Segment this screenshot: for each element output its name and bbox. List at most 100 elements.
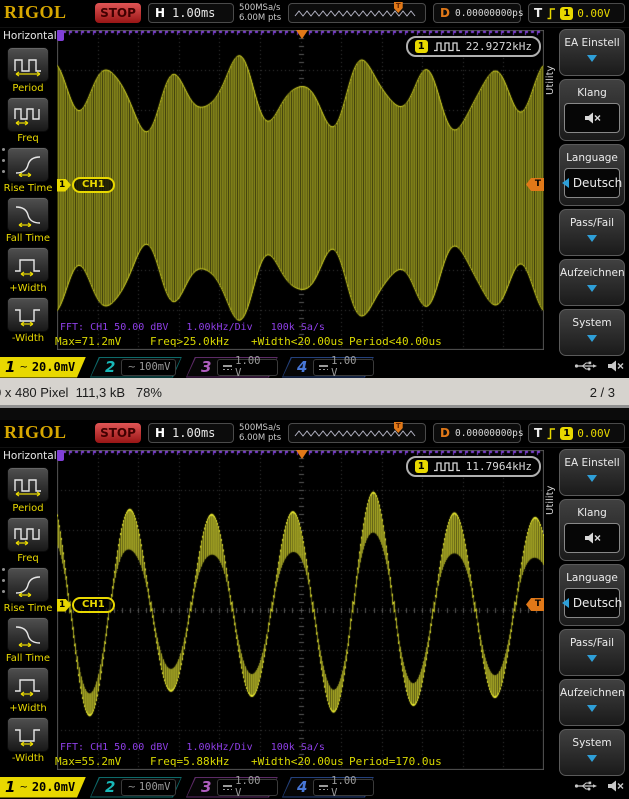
channel-3-chip[interactable]: 3 ⎓ 1.00 V — [186, 777, 278, 798]
rigol-logo: RIGOL — [4, 422, 67, 443]
channel-bar: 1 ~ 20.0mV 2 ~ 100mV 3 ⎓ 1.00 V — [0, 776, 629, 798]
menu-button-ea-einstell[interactable]: EA Einstell — [559, 29, 625, 76]
scope-screenshot-2: RIGOL STOP H 1.00ms 500MSa/s 6.00M pts T… — [0, 420, 629, 798]
delay-box[interactable]: D 0.00000000ps — [433, 423, 521, 443]
menu-button-aufzeichnen[interactable]: Aufzeichnen — [559, 259, 625, 306]
menu-button-aufzeichnen[interactable]: Aufzeichnen — [559, 679, 625, 726]
memory-position-bar[interactable]: T — [288, 423, 426, 443]
measure-item-rise-time[interactable]: Rise Time — [0, 147, 56, 194]
delay-label: D — [440, 6, 450, 20]
channel-number: 4 — [297, 778, 307, 796]
menu-item-label: Period — [12, 83, 43, 94]
rise-time-icon — [7, 567, 49, 602]
horizontal-label: H — [155, 426, 165, 440]
ch1-position-tag[interactable]: 1 CH1 — [57, 177, 115, 193]
ac-coupling-icon: ~ — [19, 362, 27, 373]
measurement-max: Max=71.2mV — [55, 335, 121, 348]
menu-button-pass-fail[interactable]: Pass/Fail — [559, 629, 625, 676]
channel-scale: 1.00 V — [331, 775, 368, 798]
menu-button-system[interactable]: System — [559, 309, 625, 356]
channel-scale: 100mV — [139, 781, 171, 793]
measurement-freq: Freq=5.88kHz — [150, 755, 229, 768]
measure-item-period[interactable]: Period — [0, 47, 56, 94]
timebase-box[interactable]: H 1.00ms — [148, 423, 234, 443]
measure-item-plus-width[interactable]: +Width — [0, 667, 56, 714]
math-position-marker — [57, 450, 64, 461]
utility-tab: Utility — [545, 457, 558, 543]
menu-button-label: Pass/Fail — [560, 217, 624, 229]
channel-2-chip[interactable]: 2 ~ 100mV — [90, 777, 182, 798]
channel-value-box: ⎓ 1.00 V — [217, 779, 278, 796]
measurement-period: Period=170.0us — [349, 755, 442, 768]
right-softkey-menu: Utility EA Einstell Klang Language D — [545, 27, 629, 357]
plus-width-icon — [7, 667, 49, 702]
channel-4-chip[interactable]: 4 ⎓ 1.00 V — [282, 777, 374, 798]
channel-number: 1 — [5, 358, 15, 376]
channel-3-chip[interactable]: 3 ⎓ 1.00 V — [186, 357, 278, 378]
freq-icon — [7, 97, 49, 132]
trigger-level-value: 0.00V — [577, 7, 610, 20]
channel-number: 2 — [105, 778, 115, 796]
menu-button-ea-einstell[interactable]: EA Einstell — [559, 449, 625, 496]
rising-edge-icon — [546, 7, 556, 20]
period-icon — [7, 467, 49, 502]
measurement-row: Max=55.2mV Freq=5.88kHz +Width<20.00us P… — [55, 755, 544, 768]
menu-button-system[interactable]: System — [559, 729, 625, 776]
period-icon — [7, 47, 49, 82]
measure-item-freq[interactable]: Freq — [0, 517, 56, 564]
chevron-down-icon — [587, 335, 597, 342]
chevron-down-icon — [587, 655, 597, 662]
channel-number: 3 — [201, 778, 211, 796]
channel-4-chip[interactable]: 4 ⎓ 1.00 V — [282, 357, 374, 378]
channel-value-box: ⎓ 1.00 V — [313, 779, 374, 796]
measure-item-period[interactable]: Period — [0, 467, 56, 514]
run-state-badge[interactable]: STOP — [95, 423, 141, 443]
menu-button-label: System — [560, 317, 624, 329]
menu-item-label: Rise Time — [4, 603, 53, 614]
measure-item-plus-width[interactable]: +Width — [0, 247, 56, 294]
timebase-box[interactable]: H 1.00ms — [148, 3, 234, 23]
left-measure-menu: Horizontal Period Freq Rise Time Fall Ti… — [0, 27, 56, 356]
frequency-counter: 1 22.9272kHz — [406, 36, 541, 57]
menu-button-language[interactable]: Language Deutsch — [559, 144, 625, 206]
language-value-box: Deutsch — [564, 168, 620, 198]
status-icons — [574, 779, 624, 793]
menu-button-klang[interactable]: Klang — [559, 79, 625, 141]
channel-scale: 20.0mV — [32, 360, 75, 374]
trigger-box[interactable]: T 1 0.00V — [528, 3, 625, 23]
counter-channel-badge: 1 — [415, 40, 428, 53]
menu-button-pass-fail[interactable]: Pass/Fail — [559, 209, 625, 256]
usb-icon — [574, 360, 598, 372]
memory-position-bar[interactable]: T — [288, 3, 426, 23]
measure-item-minus-width[interactable]: -Width — [0, 717, 56, 764]
measure-item-minus-width[interactable]: -Width — [0, 297, 56, 344]
menu-button-klang[interactable]: Klang — [559, 499, 625, 561]
oscilloscope-screenshot: RIGOL STOP H 1.00ms 500MSa/s 6.00M pts T… — [0, 420, 629, 798]
measure-item-rise-time[interactable]: Rise Time — [0, 567, 56, 614]
channel-1-chip[interactable]: 1 ~ 20.0mV — [0, 777, 86, 798]
delay-box[interactable]: D 0.00000000ps — [433, 3, 521, 23]
measure-item-fall-time[interactable]: Fall Time — [0, 617, 56, 664]
scope-header: RIGOL STOP H 1.00ms 500MSa/s 6.00M pts T… — [0, 0, 629, 28]
menu-button-label: Klang — [560, 507, 624, 519]
menu-button-label: Pass/Fail — [560, 637, 624, 649]
chevron-down-icon — [587, 285, 597, 292]
channel-2-chip[interactable]: 2 ~ 100mV — [90, 357, 182, 378]
menu-item-label: Freq — [17, 553, 38, 564]
menu-button-language[interactable]: Language Deutsch — [559, 564, 625, 626]
oscilloscope-screenshot: RIGOL STOP H 1.00ms 500MSa/s 6.00M pts T… — [0, 0, 629, 378]
ch1-position-tag[interactable]: 1 CH1 — [57, 597, 115, 613]
measure-item-fall-time[interactable]: Fall Time — [0, 197, 56, 244]
run-state-badge[interactable]: STOP — [95, 3, 141, 23]
language-value: Deutsch — [573, 596, 622, 610]
channel-1-chip[interactable]: 1 ~ 20.0mV — [0, 357, 86, 378]
measure-item-freq[interactable]: Freq — [0, 97, 56, 144]
sound-setting-box — [564, 103, 620, 133]
menu-item-label: -Width — [12, 753, 44, 764]
trigger-box[interactable]: T 1 0.00V — [528, 423, 625, 443]
image-info-text: 0 x 480 Pixel 111,3 kB 78% — [0, 385, 162, 400]
channel-value-box: ~ 100mV — [121, 779, 176, 796]
delay-label: D — [440, 426, 450, 440]
measurement-row: Max=71.2mV Freq>25.0kHz +Width<20.00us P… — [55, 335, 544, 348]
acquisition-info: 500MSa/s 6.00M pts — [239, 4, 281, 23]
